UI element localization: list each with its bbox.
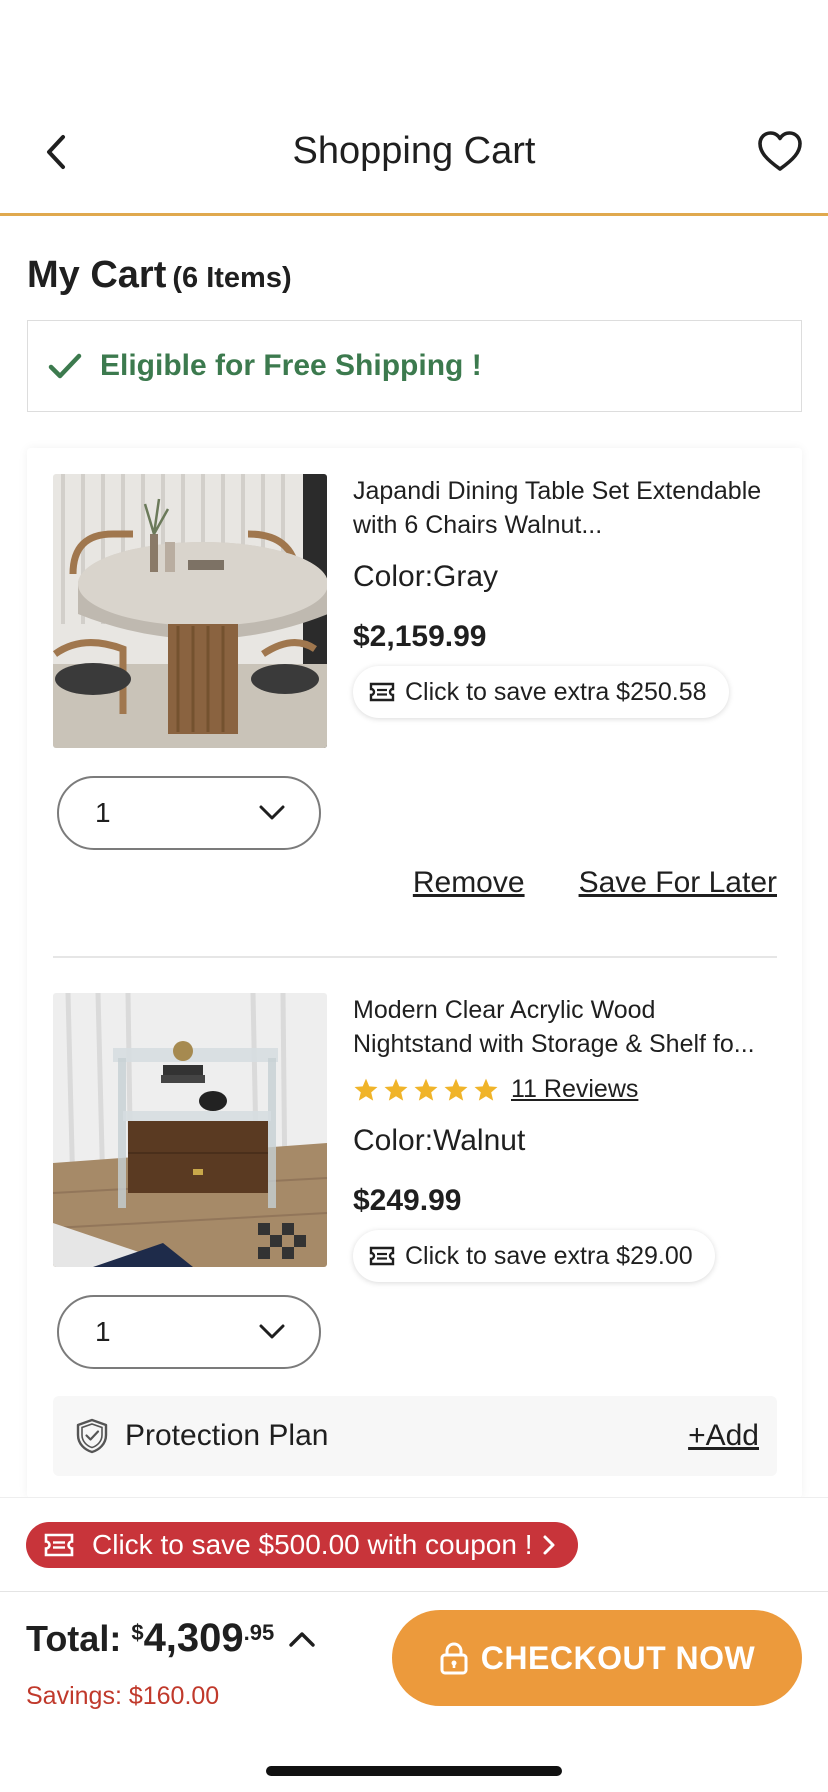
total-dollars: 4,309 <box>143 1616 244 1660</box>
quantity-select[interactable]: 1 <box>57 776 321 850</box>
item-divider <box>53 956 777 958</box>
star-icon <box>414 1078 438 1101</box>
total-currency: $ <box>131 1620 144 1645</box>
item-actions: Remove Save For Later <box>413 866 777 900</box>
item-info: Modern Clear Acrylic Wood Nightstand wit… <box>353 993 777 1282</box>
product-name[interactable]: Modern Clear Acrylic Wood Nightstand wit… <box>353 993 777 1061</box>
coupon-icon <box>369 1246 395 1266</box>
product-color: Color:Gray <box>353 560 499 593</box>
protection-plan-row: Protection Plan +Add <box>53 1396 777 1476</box>
rating-row: 11 Reviews <box>353 1075 777 1104</box>
add-protection-button[interactable]: +Add <box>688 1419 759 1453</box>
reviews-link[interactable]: 11 Reviews <box>511 1075 638 1104</box>
cart-items-card: Japandi Dining Table Set Extendable with… <box>27 448 802 1498</box>
product-name[interactable]: Japandi Dining Table Set Extendable with… <box>353 474 777 542</box>
cart-heading: My Cart (6 Items) <box>27 254 292 297</box>
quantity-value: 1 <box>95 1316 111 1347</box>
status-bar <box>0 0 828 110</box>
cart-item: Japandi Dining Table Set Extendable with… <box>53 474 777 944</box>
product-price: $2,159.99 <box>353 620 487 653</box>
free-shipping-banner: Eligible for Free Shipping ! <box>27 320 802 412</box>
cart-heading-label: My Cart <box>27 254 167 296</box>
free-shipping-text: Eligible for Free Shipping ! <box>100 349 482 382</box>
cart-item: Modern Clear Acrylic Wood Nightstand wit… <box>53 993 777 1383</box>
home-indicator <box>266 1766 562 1776</box>
wishlist-button[interactable] <box>756 128 804 176</box>
save-extra-text: Click to save extra $250.58 <box>405 677 707 706</box>
save-extra-button[interactable]: Click to save extra $29.00 <box>353 1230 715 1282</box>
checkout-button[interactable]: CHECKOUT NOW <box>392 1610 802 1706</box>
dining-table-image <box>53 474 327 748</box>
checkout-label: CHECKOUT NOW <box>480 1639 756 1676</box>
coupon-icon <box>44 1533 74 1557</box>
coupon-text: Click to save $500.00 with coupon ! <box>92 1529 533 1560</box>
star-icon <box>354 1078 378 1101</box>
cart-item-count: (6 Items) <box>172 262 292 294</box>
coupon-icon <box>369 682 395 702</box>
star-icon <box>474 1078 498 1101</box>
lock-icon <box>440 1642 468 1675</box>
save-extra-text: Click to save extra $29.00 <box>405 1241 693 1270</box>
chevron-up-icon[interactable] <box>288 1630 316 1648</box>
product-image-dining-set[interactable] <box>53 474 327 748</box>
checkout-footer: Total: $ 4,309 .95 Savings: $160.00 CHEC… <box>0 1591 828 1792</box>
chevron-right-icon <box>543 1535 555 1555</box>
save-extra-button[interactable]: Click to save extra $250.58 <box>353 666 729 718</box>
save-for-later-link[interactable]: Save For Later <box>579 866 777 900</box>
savings-text: Savings: $160.00 <box>26 1682 220 1710</box>
star-icon <box>444 1078 468 1101</box>
quantity-select[interactable]: 1 <box>57 1295 321 1369</box>
product-color: Color:Walnut <box>353 1124 526 1157</box>
product-price: $249.99 <box>353 1184 462 1217</box>
total-cents: .95 <box>243 1620 275 1645</box>
protection-plan-label: Protection Plan <box>125 1419 329 1452</box>
chevron-down-icon <box>259 1324 285 1339</box>
product-image-nightstand[interactable] <box>53 993 327 1267</box>
coupon-button[interactable]: Click to save $500.00 with coupon ! <box>26 1522 579 1568</box>
quantity-value: 1 <box>95 797 111 828</box>
page-title: Shopping Cart <box>292 130 536 172</box>
chevron-down-icon <box>259 805 285 820</box>
item-info: Japandi Dining Table Set Extendable with… <box>353 474 777 718</box>
app-header: Shopping Cart <box>0 110 828 216</box>
nightstand-image <box>53 993 327 1267</box>
checkmark-icon <box>48 353 82 379</box>
order-total[interactable]: Total: $ 4,309 .95 <box>26 1616 316 1661</box>
coupon-area: Click to save $500.00 with coupon ! <box>0 1497 828 1591</box>
heart-icon <box>758 131 802 171</box>
total-label: Total: <box>26 1618 122 1659</box>
remove-link[interactable]: Remove <box>413 866 525 900</box>
star-icon <box>384 1078 408 1101</box>
shield-icon <box>76 1418 108 1454</box>
